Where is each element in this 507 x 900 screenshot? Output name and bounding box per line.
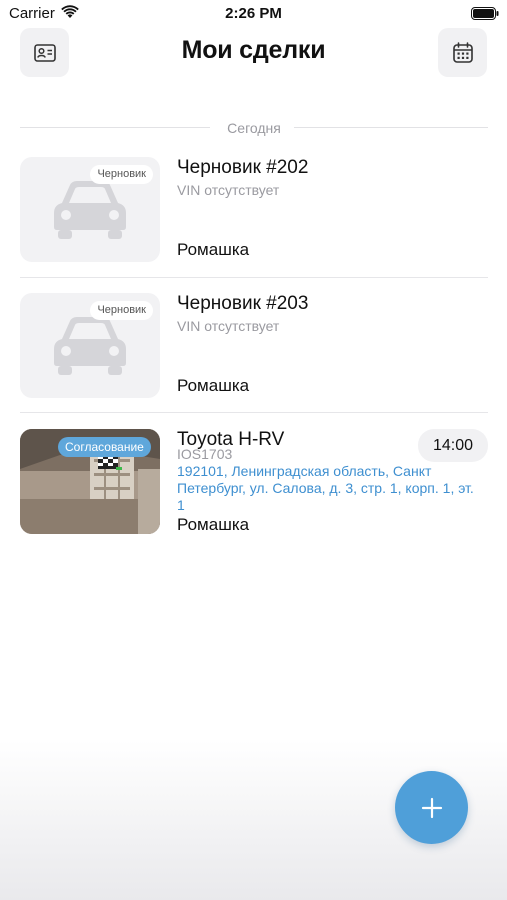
row-separator xyxy=(20,277,488,278)
section-divider: Сегодня xyxy=(20,118,488,138)
deal-vin: VIN отсутствует xyxy=(177,182,280,198)
deal-code: IOS1703 xyxy=(177,446,233,462)
deal-vin: VIN отсутствует xyxy=(177,318,280,334)
deal-company: Ромашка xyxy=(177,240,250,259)
clock: 2:26 PM xyxy=(225,5,282,22)
divider-line xyxy=(294,127,488,128)
plus-icon xyxy=(421,797,442,818)
deal-address[interactable]: 192101, Ленинградская область, Санкт Пет… xyxy=(177,463,482,514)
calendar-button[interactable] xyxy=(438,28,487,77)
deal-card[interactable]: Черновик Черновик #203 VIN отсутствует Р… xyxy=(20,293,488,398)
draft-badge: Черновик xyxy=(90,301,153,320)
deal-company: Ромашка xyxy=(177,376,250,395)
calendar-icon xyxy=(452,42,473,63)
deal-title: Черновик #202 xyxy=(177,157,309,178)
add-deal-button[interactable] xyxy=(395,771,468,844)
section-label: Сегодня xyxy=(227,120,281,136)
approval-status-badge: Согласование xyxy=(58,437,151,457)
car-placeholder-icon xyxy=(54,317,126,375)
deal-title: Черновик #203 xyxy=(177,293,309,314)
deal-thumbnail: Черновик xyxy=(20,157,160,262)
deal-card[interactable]: Согласование Toyota H-RV 14:00 IOS1703 1… xyxy=(20,429,488,534)
draft-badge: Черновик xyxy=(90,165,153,184)
car-placeholder-icon xyxy=(54,181,126,239)
page-title: Мои сделки xyxy=(181,36,326,64)
deal-time-chip: 14:00 xyxy=(418,429,488,462)
deal-company: Ромашка xyxy=(177,515,250,534)
deal-thumbnail: Черновик xyxy=(20,293,160,398)
status-bar: Carrier 2:26 PM xyxy=(0,0,507,28)
row-separator xyxy=(20,412,488,413)
deal-thumbnail: Согласование xyxy=(20,429,160,534)
battery-icon xyxy=(471,7,499,20)
deal-card[interactable]: Черновик Черновик #202 VIN отсутствует Р… xyxy=(20,157,488,262)
